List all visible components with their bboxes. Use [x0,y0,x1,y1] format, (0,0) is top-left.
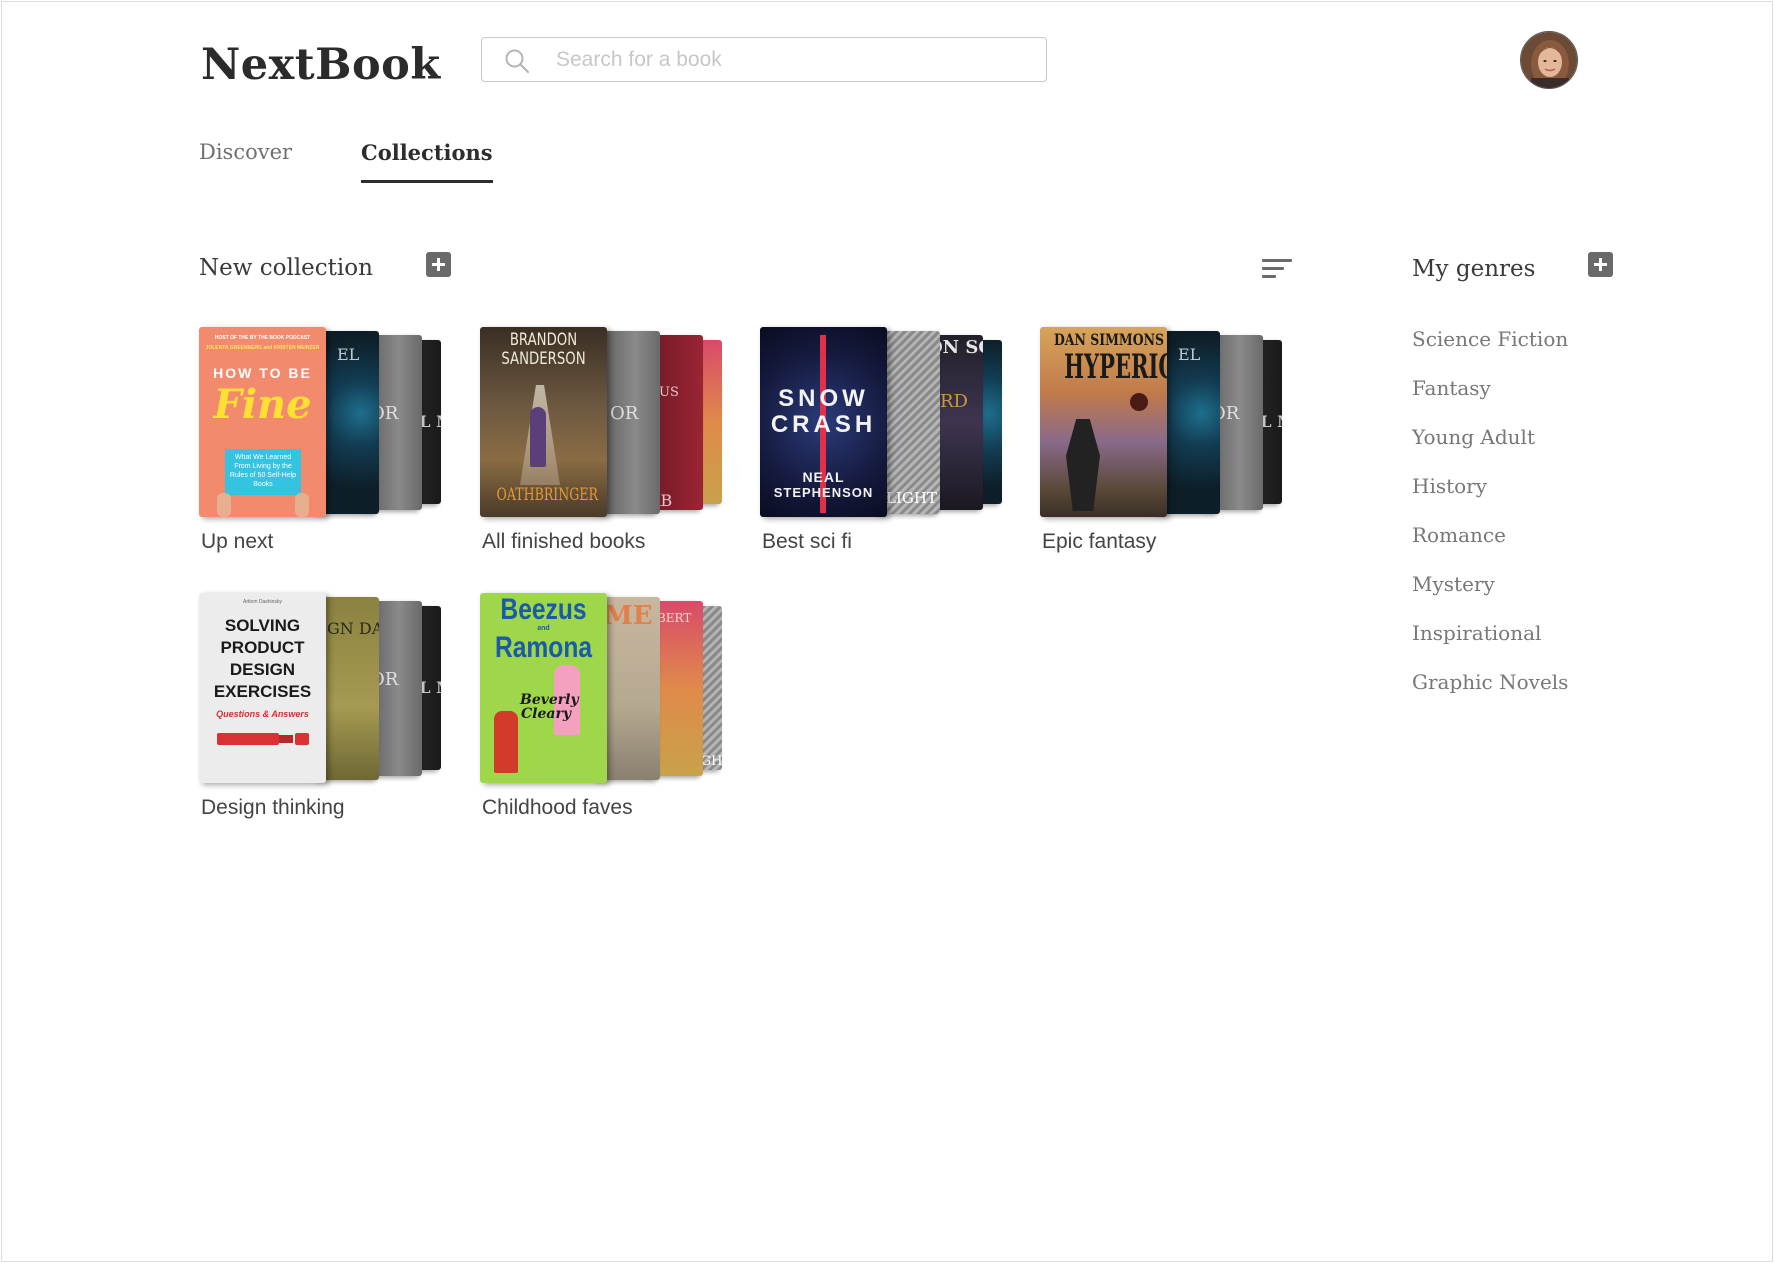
add-genre-button[interactable] [1588,252,1613,277]
cover-text: Artiom Dashinsky [243,599,282,605]
spine-text: EL [337,345,360,364]
collection-title: Best sci fi [762,530,852,553]
cover-text: NEAL [802,469,845,485]
book-stack: LL ME OR EL HOST OF THE BY THE BOOK PODC… [199,327,464,517]
spine-text: GN DAY [327,619,379,638]
add-collection-button[interactable] [426,252,451,277]
cover-text: Cleary [521,706,571,722]
genre-item-romance[interactable]: Romance [1412,523,1506,547]
collection-card-epic-fantasy[interactable]: LL ME OR EL DAN SIMMONS HYPERION Epic fa… [1040,327,1305,567]
spine-text: LIGHT [886,489,937,507]
cover-text: EXERCISES [213,682,312,701]
new-collection-label: New collection [199,255,373,281]
book-cover: OR [598,331,660,514]
collection-title: Design thinking [201,796,345,819]
spine-text: ME [604,601,653,631]
book-cover: HOST OF THE BY THE BOOK PODCAST JOLENTA … [199,327,326,517]
collection-card-best-sci-fi[interactable]: ON SON ARD LIGHT SNOW CRASH NEAL STEPHEN… [760,327,1025,567]
my-genres-label: My genres [1412,256,1536,282]
book-stack: ON SON ARD LIGHT SNOW CRASH NEAL STEPHEN… [760,327,1025,517]
search-input[interactable] [556,44,1026,76]
cover-text: HOW TO BE [213,365,312,381]
user-avatar[interactable] [1520,31,1578,89]
collection-card-design-thinking[interactable]: LL ME OR GN DAY Artiom Dashinsky SOLVING… [199,593,464,833]
tab-discover[interactable]: Discover [199,140,292,164]
book-cover: EL [317,331,379,514]
book-cover: ME [598,597,660,780]
genre-item-young-adult[interactable]: Young Adult [1412,425,1535,449]
cover-text: What We Learned From Living by the Rules… [229,454,297,488]
cover-text: PRODUCT [220,638,305,657]
book-cover: Beezus and Ramona Beverly Cleary [480,593,607,783]
genre-item-mystery[interactable]: Mystery [1412,572,1495,596]
book-cover: DAN SIMMONS HYPERION [1040,327,1167,517]
spine-text: OR [610,403,639,424]
cover-text: JOLENTA GREENBERG and KRISTEN MEINZER [205,345,320,351]
sort-icon[interactable] [1262,258,1292,280]
genre-item-inspirational[interactable]: Inspirational [1412,621,1541,645]
collection-card-up-next[interactable]: LL ME OR EL HOST OF THE BY THE BOOK PODC… [199,327,464,567]
book-stack: LL ME OR EL DAN SIMMONS HYPERION [1040,327,1305,517]
cover-text: SOLVING [224,616,301,635]
cover-text: HYPERION [1064,347,1167,387]
book-cover: GN DAY [317,597,379,780]
cover-text: BRANDON SANDERSON [501,330,586,369]
app-logo[interactable]: NextBook [201,40,441,90]
cover-text: HOST OF THE BY THE BOOK PODCAST [214,335,311,341]
cover-text: Ramona [494,631,593,664]
collection-title: Up next [201,530,274,553]
cover-text: Beezus [500,593,587,626]
tab-label: Discover [199,140,293,164]
tab-collections[interactable]: Collections [361,140,493,183]
search-bar[interactable] [481,37,1047,82]
spine-text: EL [1178,345,1201,364]
book-stack: LL ME OR GN DAY Artiom Dashinsky SOLVING… [199,593,464,783]
collection-title: Childhood faves [482,796,633,819]
book-stack: US AB OR BRANDON SANDERSON OATHBRINGER [480,327,745,517]
cover-text: CRASH [770,411,877,438]
book-stack: LIGHT LBERT ME Beezus and Ramona Beverly… [480,593,745,783]
spine-text: US [659,385,679,400]
cover-text: Fine [213,381,312,428]
collection-title: Epic fantasy [1042,530,1157,553]
book-cover: Artiom Dashinsky SOLVING PRODUCT DESIGN … [199,593,326,783]
cover-text: SNOW [778,385,869,412]
genre-item-graphic-novels[interactable]: Graphic Novels [1412,670,1568,694]
cover-text: Beverly [520,692,579,708]
tab-label: Collections [361,140,493,165]
genre-item-history[interactable]: History [1412,474,1487,498]
collection-card-childhood-faves[interactable]: LIGHT LBERT ME Beezus and Ramona Beverly… [480,593,745,833]
search-icon [505,49,530,74]
genre-item-fantasy[interactable]: Fantasy [1412,376,1491,400]
cover-text: Questions & Answers [216,709,309,719]
active-tab-indicator [361,180,493,183]
cover-text: DESIGN [229,660,296,679]
book-cover: EL [1158,331,1220,514]
genre-item-science-fiction[interactable]: Science Fiction [1412,327,1568,351]
book-cover: SNOW CRASH NEAL STEPHENSON [760,327,887,517]
book-cover: BRANDON SANDERSON OATHBRINGER [480,327,607,517]
book-cover: LIGHT [878,331,940,514]
cover-text: OATHBRINGER [496,485,598,505]
cover-text: STEPHENSON [773,485,874,500]
collection-title: All finished books [482,530,646,553]
collection-card-all-finished-books[interactable]: US AB OR BRANDON SANDERSON OATHBRINGER A… [480,327,745,567]
